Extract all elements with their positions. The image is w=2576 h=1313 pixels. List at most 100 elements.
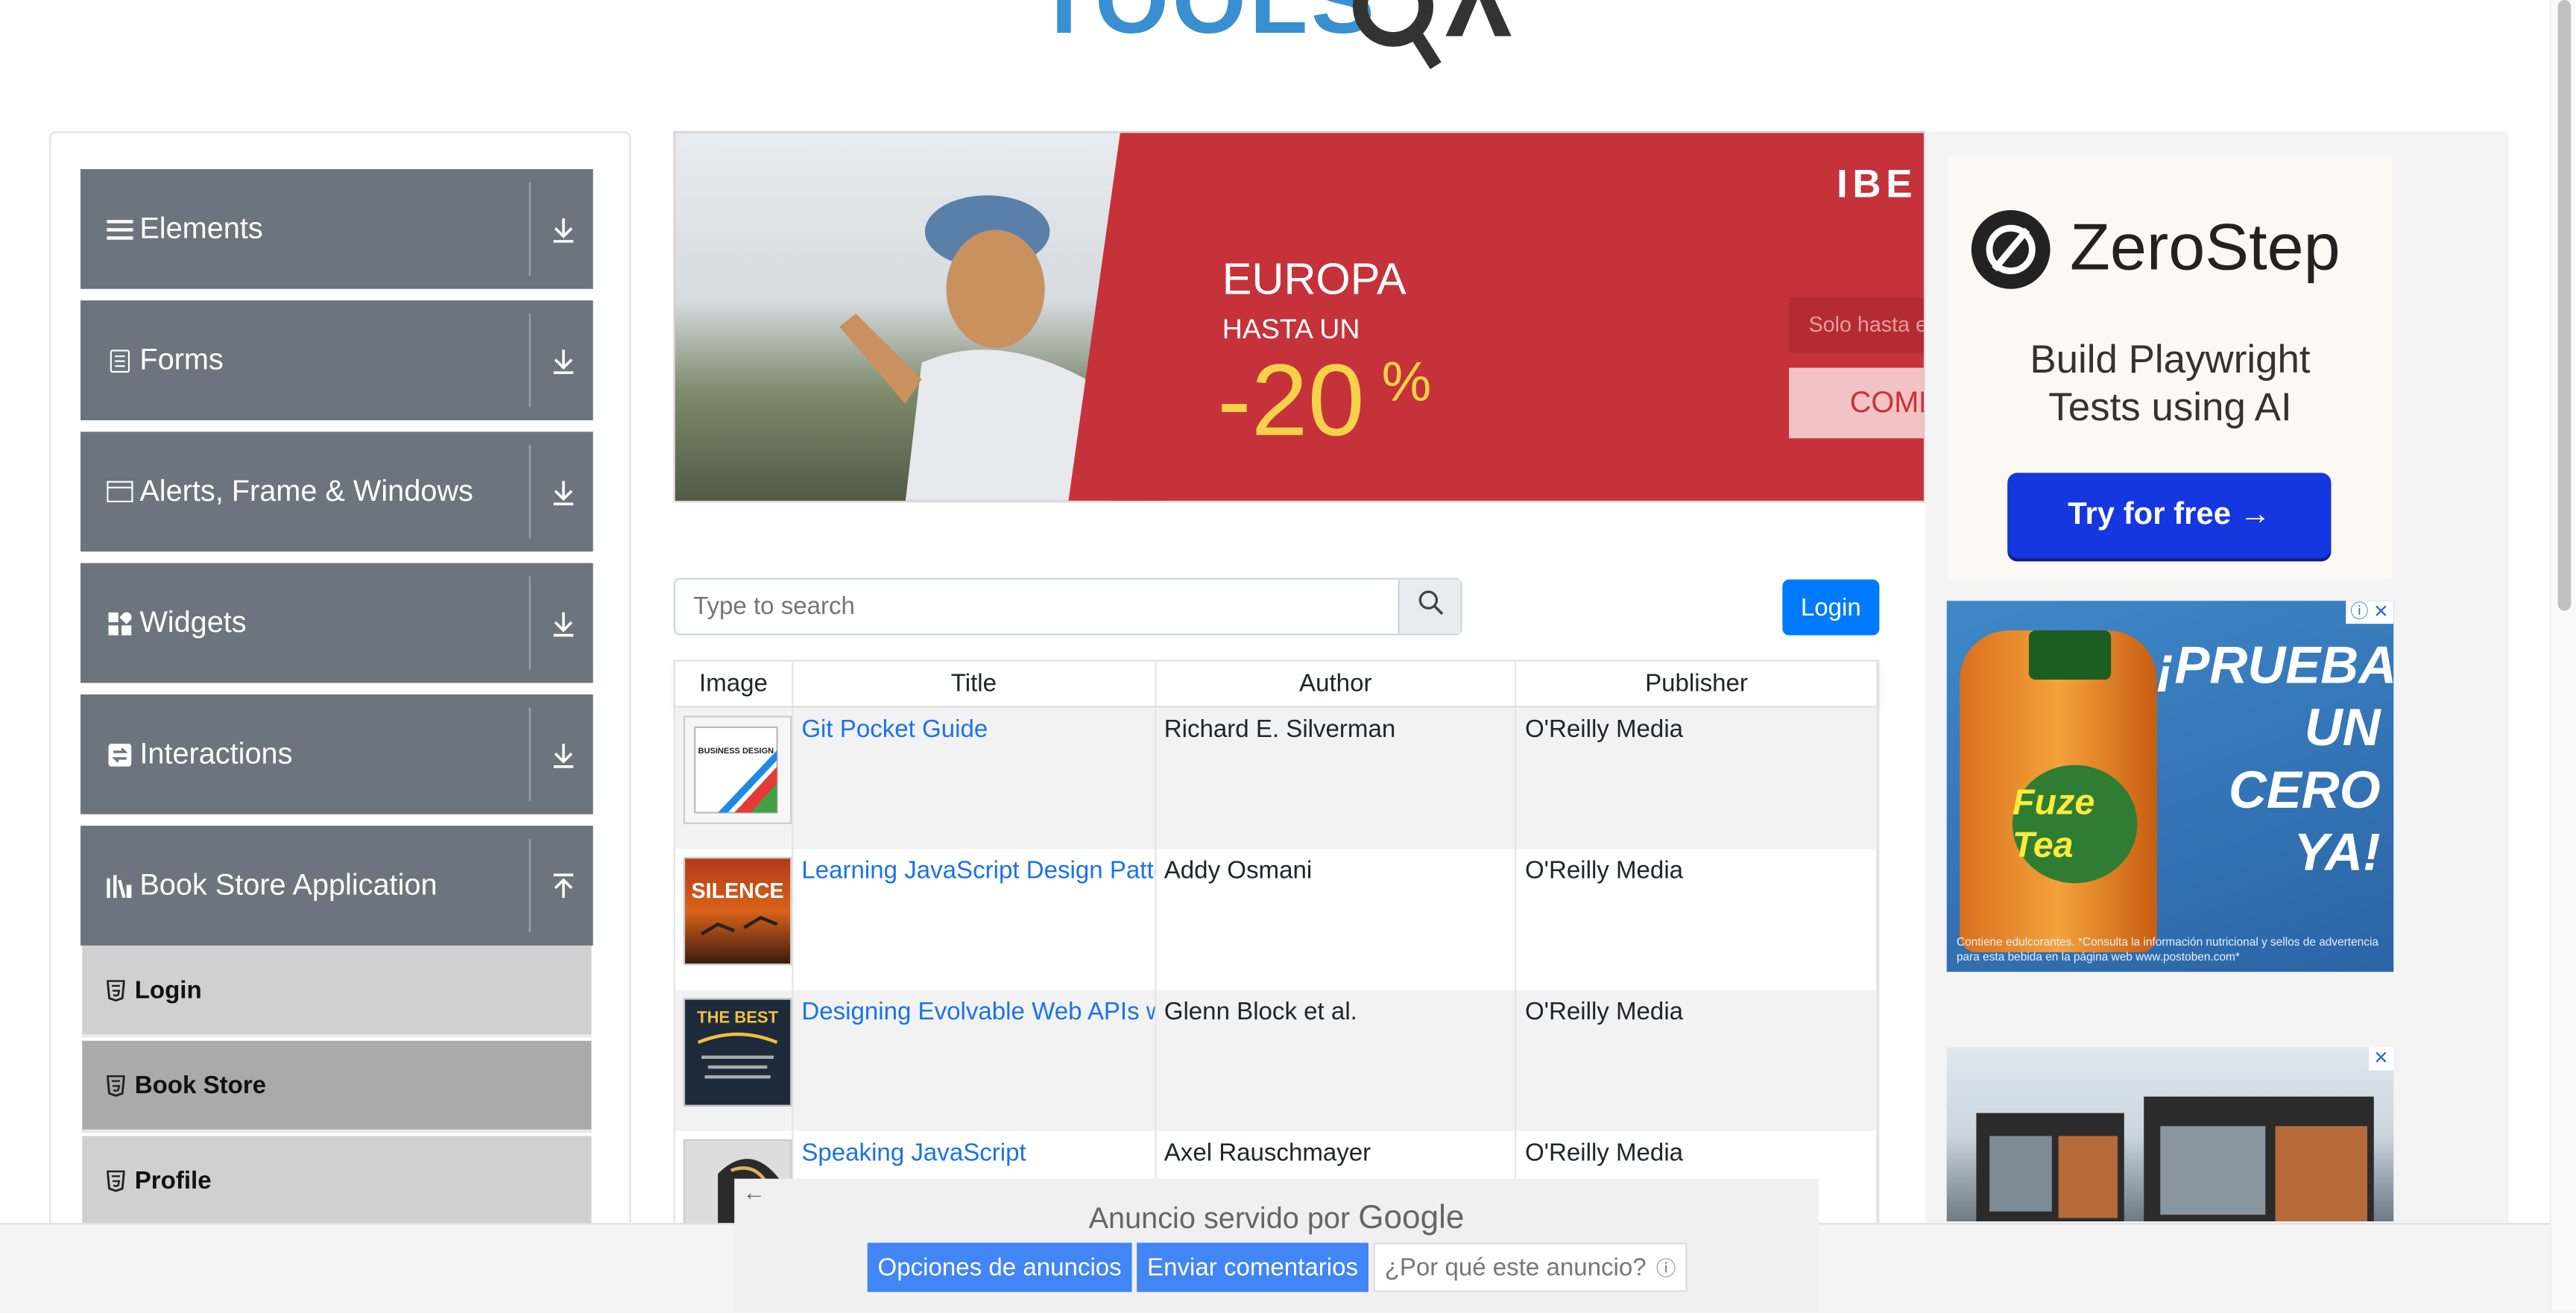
top-banner-ad[interactable]: EUROPA HASTA UN -20 % IBE Solo hasta e C…	[673, 131, 1926, 503]
house-image	[1976, 1113, 2124, 1222]
ad-served-by: Anuncio servido por Google	[734, 1200, 1819, 1238]
tiny-house-ad[interactable]: ✕	[1946, 1047, 2394, 1222]
sidebar-group-alerts[interactable]: Alerts, Frame & Windows	[80, 431, 593, 552]
ad-photo-man	[675, 133, 1143, 501]
download-arrow-icon[interactable]	[550, 563, 576, 683]
interactions-icon	[104, 742, 136, 766]
fuze-tea-ad[interactable]: Fuze Tea ¡PRUEBA UN CERO YA! Contiene ed…	[1946, 601, 2394, 972]
sidebar-group-label: Book Store Application	[139, 868, 438, 902]
bottle-cap	[2028, 630, 2112, 680]
svg-text:TOOLS: TOOLS	[1035, 0, 1378, 54]
sidebar-group-interactions[interactable]: Interactions	[80, 694, 593, 814]
sidebar-group-elements[interactable]: Elements	[80, 168, 593, 289]
sidebar-group-forms[interactable]: Forms	[80, 300, 593, 420]
table-row: SILENCE Learning JavaScript Design Patte…	[675, 848, 1878, 990]
cover-text: SILENCE	[692, 879, 784, 903]
ad-headline: EUROPA	[1222, 254, 1407, 304]
cover-text: THE BEST	[697, 1007, 778, 1026]
download-arrow-icon[interactable]	[550, 169, 576, 289]
table-header: Image Title Author Publisher	[675, 661, 1878, 708]
search-input[interactable]	[675, 579, 1398, 634]
download-arrow-icon[interactable]	[550, 431, 576, 551]
page-scrollbar[interactable]	[2549, 0, 2576, 1312]
column-header-publisher[interactable]: Publisher	[1517, 661, 1878, 706]
divider	[528, 445, 531, 539]
sidebar: Elements Forms Alerts, Frame & Windows W…	[49, 131, 631, 1284]
zerostep-logo-icon	[1971, 209, 2051, 289]
html5-icon	[105, 1074, 124, 1096]
book-publisher: O'Reilly Media	[1517, 707, 1878, 849]
try-for-free-button[interactable]: Try for free →	[2007, 472, 2332, 559]
sidebar-group-label: Widgets	[139, 605, 247, 639]
sidebar-group-label: Forms	[139, 343, 224, 376]
library-icon	[104, 874, 136, 897]
sidebar-item-login[interactable]: Login	[82, 945, 592, 1038]
sidebar-item-label: Profile	[134, 1166, 212, 1195]
html5-icon	[105, 979, 124, 1001]
zerostep-brand: ZeroStep	[2070, 212, 2340, 285]
close-ad-icon[interactable]: ✕	[2368, 1047, 2394, 1071]
house-image	[2144, 1096, 2374, 1222]
book-title-link[interactable]: Learning JavaScript Design Patterns	[793, 848, 1156, 990]
search-box	[673, 578, 1462, 636]
tea-ad-headline: ¡PRUEBA UN CERO YA!	[2156, 635, 2394, 882]
google-wordmark: Google	[1358, 1200, 1465, 1236]
toolsqa-logo[interactable]: TOOLS	[1035, 0, 1528, 82]
column-header-image[interactable]: Image	[675, 661, 794, 706]
sidebar-group-book-store-application[interactable]: Book Store Application	[80, 826, 593, 946]
search-button[interactable]	[1398, 579, 1461, 634]
scrollbar-thumb[interactable]	[2557, 0, 2572, 611]
sidebar-item-label: Book Store	[134, 1071, 267, 1099]
table-row: THE BEST Designing Evolvable Web APIs wi…	[675, 990, 1878, 1131]
ad-served-text: Anuncio servido por	[1088, 1201, 1351, 1235]
book-author: Addy Osmani	[1156, 848, 1517, 990]
ad-date-field: Solo hasta e	[1789, 297, 1924, 353]
ad-options-button[interactable]: Opciones de anuncios	[867, 1242, 1132, 1292]
divider	[528, 576, 531, 670]
send-feedback-button[interactable]: Enviar comentarios	[1137, 1242, 1368, 1292]
sidebar-group-label: Alerts, Frame & Windows	[139, 474, 473, 507]
table-row: BUSINESS DESIGN Git Pocket Guide Richard…	[675, 707, 1878, 849]
divider	[528, 182, 531, 276]
ad-percent: %	[1381, 351, 1432, 414]
tea-ad-fine-print: Contiene edulcorantes. *Consulta la info…	[1956, 937, 2378, 964]
ad-discount: -20	[1217, 344, 1365, 458]
ad-subhead: HASTA UN	[1222, 313, 1360, 345]
sidebar-item-profile[interactable]: Profile	[82, 1136, 592, 1228]
ad-brand: IBE	[1837, 162, 1918, 207]
book-cover-cell: THE BEST	[675, 990, 794, 1131]
book-author: Glenn Block et al.	[1156, 990, 1517, 1131]
divider	[528, 707, 531, 802]
list-icon	[104, 218, 136, 241]
zerostep-ad[interactable]: ZeroStep Build Playwright Tests using AI…	[1948, 156, 2393, 580]
book-cover-cell: SILENCE	[675, 848, 794, 990]
cover-text: BUSINESS DESIGN	[698, 747, 774, 756]
ad-cta-button[interactable]: COMP	[1789, 367, 1924, 439]
why-this-ad-button[interactable]: ¿Por qué este anuncio? ⓘ	[1373, 1242, 1688, 1292]
search-icon	[1417, 589, 1443, 624]
column-header-author[interactable]: Author	[1156, 661, 1517, 706]
book-cover-image: SILENCE	[683, 856, 792, 966]
book-cover-cell: BUSINESS DESIGN	[675, 707, 794, 849]
widgets-icon	[104, 611, 136, 635]
zerostep-desc-line: Build Playwright	[2030, 338, 2311, 383]
login-button[interactable]: Login	[1782, 579, 1880, 636]
upload-arrow-icon[interactable]	[550, 826, 576, 946]
zerostep-desc-line: Tests using AI	[2048, 385, 2292, 431]
book-publisher: O'Reilly Media	[1517, 848, 1878, 990]
info-icon: ⓘ	[1655, 1256, 1676, 1280]
download-arrow-icon[interactable]	[550, 300, 576, 420]
google-ad-panel: ← Anuncio servido por Google Opciones de…	[734, 1178, 1819, 1312]
download-arrow-icon[interactable]	[550, 695, 576, 814]
sidebar-group-widgets[interactable]: Widgets	[80, 563, 593, 683]
bottle-label: Fuze Tea	[2012, 765, 2138, 884]
book-cover-image: BUSINESS DESIGN	[683, 715, 792, 824]
book-title-link[interactable]: Designing Evolvable Web APIs with ASP.NE…	[793, 990, 1156, 1131]
sidebar-item-book-store[interactable]: Book Store	[82, 1040, 592, 1133]
book-author: Richard E. Silverman	[1156, 707, 1517, 849]
book-cover-image: THE BEST	[683, 998, 792, 1107]
column-header-title[interactable]: Title	[793, 661, 1156, 706]
adchoices-close-icon[interactable]: ⓘ ✕	[2345, 601, 2394, 624]
book-title-link[interactable]: Git Pocket Guide	[793, 707, 1156, 849]
why-this-ad-label: ¿Por qué este anuncio?	[1384, 1253, 1647, 1282]
